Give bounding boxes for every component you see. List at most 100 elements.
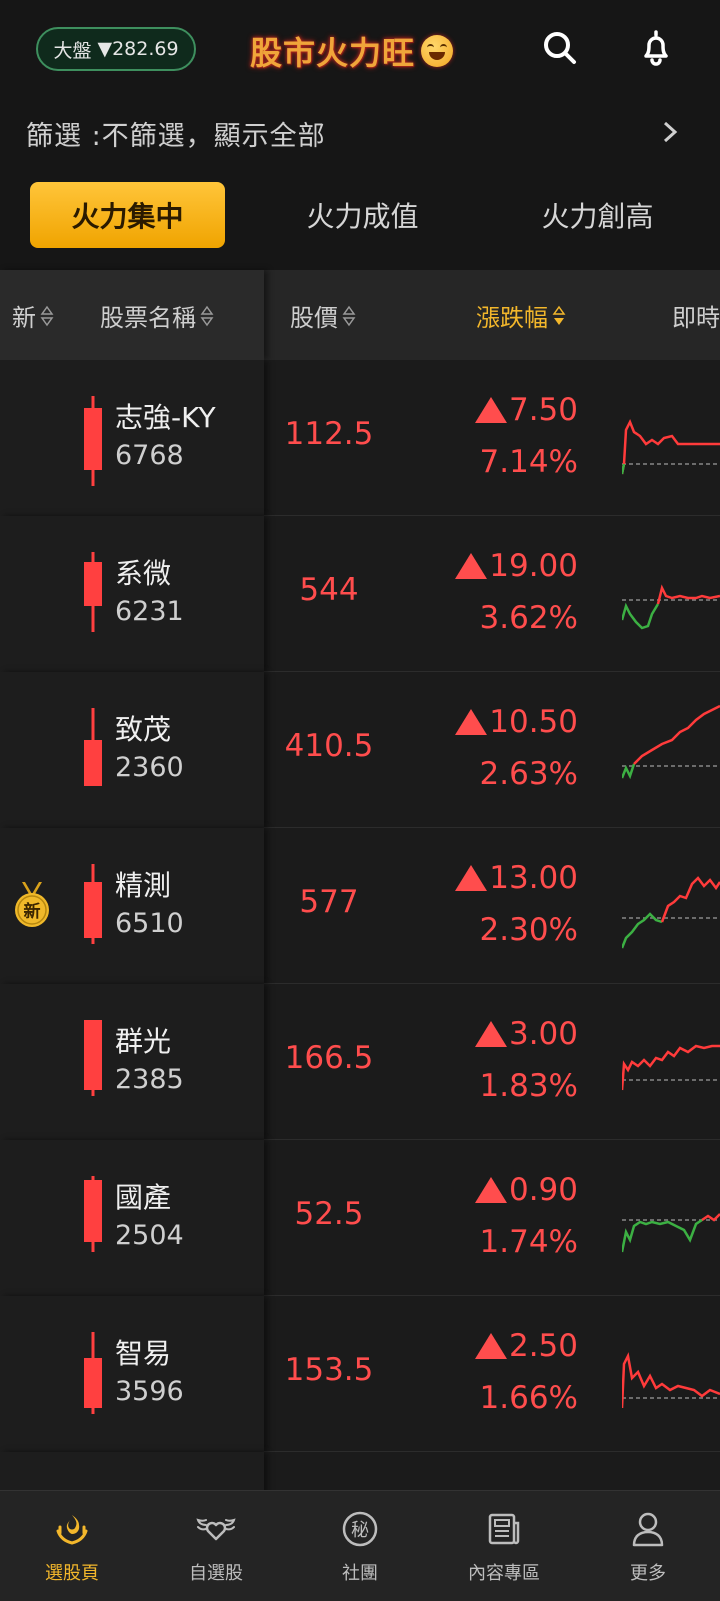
col-new[interactable]: 新 <box>12 298 54 333</box>
table-row[interactable]: 國產 2504 52.5 0.90 1.74% <box>0 1140 720 1296</box>
row-frozen-pane <box>0 672 264 828</box>
table-row[interactable] <box>0 1452 720 1490</box>
filter-bar[interactable]: 篩選 :不篩選，顯示全部 <box>0 100 720 164</box>
stock-name: 致茂 <box>115 713 172 746</box>
stock-change-value: 13.00 <box>489 860 578 896</box>
stock-change-pct: 7.14% <box>479 444 578 480</box>
tab-bar: 火力集中 火力成值 火力創高 <box>0 182 720 250</box>
candlestick-icon <box>84 864 102 944</box>
candlestick-icon <box>84 396 102 486</box>
intraday-sparkline <box>622 1213 720 1253</box>
stock-price: 112.5 <box>284 416 374 452</box>
stock-change-pct: 2.63% <box>479 756 578 792</box>
stock-change: 3.00 <box>474 1016 578 1052</box>
app-header: 大盤 ▼282.69 股市火力旺 <box>0 0 720 96</box>
stock-change-pct: 1.74% <box>479 1224 578 1260</box>
stock-code: 3596 <box>115 1376 184 1407</box>
stock-change: 0.90 <box>474 1172 578 1208</box>
stock-price: 544 <box>299 572 359 608</box>
secret-badge-icon: 秘 <box>342 1511 378 1547</box>
up-arrow-icon <box>455 865 488 891</box>
row-frozen-pane <box>0 360 264 516</box>
intraday-sparkline <box>622 876 720 949</box>
table-row[interactable]: 群光 2385 166.5 3.00 1.83% <box>0 984 720 1140</box>
col-realtime[interactable]: 即時 <box>672 298 720 333</box>
stock-list: 志強-KY 6768 112.5 7.50 7.14% 系微 6231 544 … <box>0 360 720 1490</box>
sort-icon <box>40 305 54 326</box>
new-medal-icon: 新 <box>15 882 49 927</box>
nav-label: 自選股 <box>189 1563 243 1584</box>
stock-code: 6231 <box>115 596 184 627</box>
column-header: 新 股票名稱 股價 漲跌幅 即時 <box>0 270 720 360</box>
up-arrow-icon <box>474 1177 507 1203</box>
table-row[interactable]: 志強-KY 6768 112.5 7.50 7.14% <box>0 360 720 516</box>
nav-stock-picker[interactable]: 選股頁 <box>0 1491 144 1601</box>
user-icon <box>632 1512 664 1547</box>
intraday-sparkline <box>622 704 720 780</box>
col-stock-name[interactable]: 股票名稱 <box>100 298 214 333</box>
table-row[interactable]: 致茂 2360 410.5 10.50 2.63% <box>0 672 720 828</box>
row-frozen-pane <box>0 1140 264 1296</box>
stock-price: 153.5 <box>284 1352 374 1388</box>
stock-change-pct: 3.62% <box>479 600 578 636</box>
tab-firepower-focus[interactable]: 火力集中 <box>30 182 225 248</box>
row-frozen-pane <box>0 1296 264 1452</box>
stock-change: 7.50 <box>474 392 578 428</box>
candlestick-icon <box>84 708 102 786</box>
stock-price: 52.5 <box>294 1196 364 1232</box>
stock-code: 2385 <box>115 1064 184 1095</box>
up-arrow-icon <box>455 553 488 579</box>
filter-text: 篩選 :不篩選，顯示全部 <box>26 121 326 152</box>
stock-name: 國產 <box>115 1181 172 1214</box>
nav-watchlist[interactable]: 自選股 <box>144 1491 288 1601</box>
col-new-label: 新 <box>12 304 36 332</box>
nav-content[interactable]: 內容專區 <box>432 1491 576 1601</box>
table-row[interactable]: 系微 6231 544 19.00 3.62% <box>0 516 720 672</box>
bottom-navigation: 選股頁 自選股 秘 社團 內容專區 更多 <box>0 1490 720 1601</box>
sort-icon <box>342 305 356 326</box>
stock-change-pct: 2.30% <box>479 912 578 948</box>
community-icon-glyph: 秘 <box>351 1520 369 1541</box>
row-frozen-pane <box>0 984 264 1140</box>
stock-change: 19.00 <box>455 548 578 584</box>
tab-firepower-high[interactable]: 火力創高 <box>500 182 695 248</box>
stock-change-value: 7.50 <box>508 392 578 428</box>
col-change[interactable]: 漲跌幅 <box>476 298 566 333</box>
intraday-sparkline <box>622 584 720 630</box>
nav-community[interactable]: 秘 社團 <box>288 1491 432 1601</box>
nav-label: 內容專區 <box>468 1563 540 1584</box>
stock-name: 志強-KY <box>115 401 216 434</box>
bell-icon[interactable] <box>634 26 678 70</box>
up-arrow-icon <box>455 709 488 735</box>
search-icon[interactable] <box>538 26 582 70</box>
nav-label: 選股頁 <box>45 1563 99 1584</box>
nav-label: 社團 <box>342 1563 378 1584</box>
stock-name: 精測 <box>115 869 172 902</box>
stock-change-value: 2.50 <box>508 1328 578 1364</box>
col-change-label: 漲跌幅 <box>476 304 548 332</box>
row-frozen-pane <box>0 516 264 672</box>
candlestick-icon <box>84 1020 102 1096</box>
col-realtime-label: 即時 <box>672 304 720 332</box>
market-change: ▼282.69 <box>97 38 179 60</box>
candlestick-icon <box>84 1176 102 1252</box>
stock-change: 13.00 <box>455 860 578 896</box>
col-name-label: 股票名稱 <box>100 304 196 332</box>
candlestick-icon <box>84 552 102 632</box>
app-title: 股市火力旺 <box>250 28 454 74</box>
stock-change-pct: 1.83% <box>479 1068 578 1104</box>
intraday-sparkline <box>622 418 720 475</box>
stock-name: 系微 <box>115 557 172 590</box>
tab-firepower-value[interactable]: 火力成值 <box>265 182 460 248</box>
newspaper-icon <box>488 1513 520 1545</box>
col-price[interactable]: 股價 <box>290 298 356 333</box>
nav-more[interactable]: 更多 <box>576 1491 720 1601</box>
stock-name: 智易 <box>115 1337 172 1370</box>
candlestick-icon <box>84 1332 102 1414</box>
market-label: 大盤 <box>53 39 92 62</box>
table-row[interactable]: 新 精測 6510 577 13.00 2.30% <box>0 828 720 984</box>
market-index-pill[interactable]: 大盤 ▼282.69 <box>36 27 196 71</box>
new-badge-text: 新 <box>24 901 41 922</box>
stock-change: 10.50 <box>455 704 578 740</box>
table-row[interactable]: 智易 3596 153.5 2.50 1.66% <box>0 1296 720 1452</box>
